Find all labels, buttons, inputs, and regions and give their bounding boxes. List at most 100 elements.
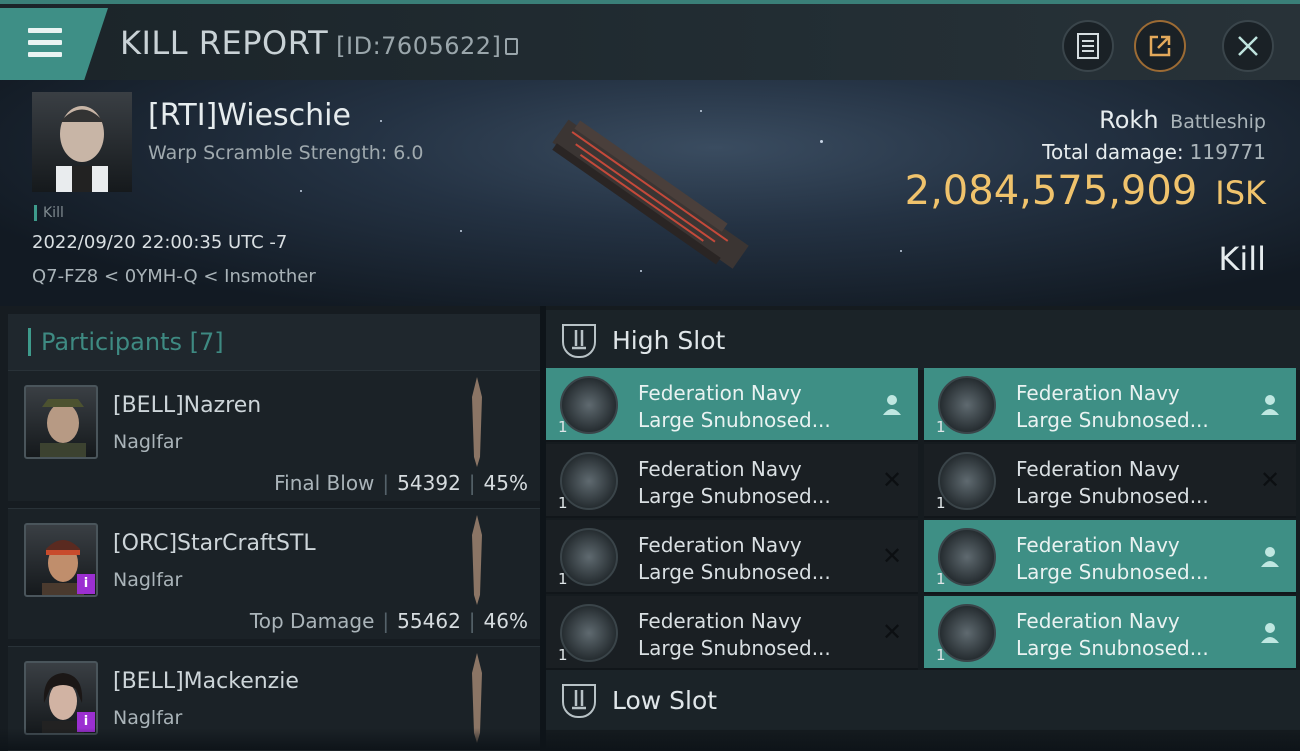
header-bar: KILL REPORT [ID:7605622]: [0, 0, 1300, 80]
ship-name[interactable]: Rokh Battleship: [1099, 106, 1266, 134]
module-slot[interactable]: 1 Federation Navy Large Snubnosed... ✕: [924, 444, 1296, 518]
bottom-fade: [0, 728, 1300, 750]
participant-name: [BELL]Nazren: [113, 393, 262, 418]
turret-icon: [560, 604, 618, 662]
participant-stats: Top Damage | 55462 | 46%: [249, 609, 528, 633]
person-icon: [880, 392, 904, 416]
participant-stats: Final Blow | 54392 | 45%: [274, 471, 528, 495]
isk-unit: ISK: [1215, 174, 1266, 212]
module-name-line2: Large Snubnosed...: [638, 560, 831, 584]
hamburger-icon: [28, 28, 62, 64]
avatar: [24, 385, 98, 459]
module-name-line1: Federation Navy: [1016, 381, 1180, 405]
page-title: KILL REPORT [ID:7605622]: [120, 24, 519, 62]
avatar: i: [24, 523, 98, 597]
module-name-line1: Federation Navy: [1016, 457, 1180, 481]
fitting-panel: High Slot 1 Federation Navy Large Snubnose…: [546, 306, 1300, 750]
module-name: Federation Navy Large Snubnosed...: [1016, 532, 1209, 586]
damage-value: 55462: [397, 609, 461, 633]
turret-icon: [938, 376, 996, 434]
module-name-line1: Federation Navy: [1016, 609, 1180, 633]
low-slot-header: Low Slot: [546, 670, 1300, 730]
module-quantity: 1: [558, 418, 568, 436]
damage-percent: 45%: [483, 471, 528, 495]
report-id: [ID:7605622]: [336, 32, 502, 60]
copy-icon[interactable]: [505, 38, 519, 55]
avatar: [56, 106, 108, 192]
high-slot-icon: [562, 324, 596, 358]
destroyed-icon: ✕: [881, 542, 903, 570]
turret-icon: [560, 452, 618, 510]
module-slot[interactable]: 1 Federation Navy Large Snubnosed...: [546, 368, 918, 442]
total-damage: Total damage: 119771: [1042, 140, 1266, 164]
low-slot-icon: [562, 684, 596, 718]
close-button[interactable]: [1222, 20, 1274, 72]
turret-icon: [560, 376, 618, 434]
document-icon: [1077, 33, 1099, 59]
low-slot-title: Low Slot: [612, 686, 718, 715]
participant-name: [BELL]Mackenzie: [113, 669, 299, 694]
person-icon: [1258, 544, 1282, 568]
participant-name: [ORC]StarCraftSTL: [113, 531, 316, 556]
kill-tag: Kill: [34, 205, 64, 221]
destroyed-icon: ✕: [881, 466, 903, 494]
participant-ship: Naglfar: [113, 707, 183, 729]
module-slot[interactable]: 1 Federation Navy Large Snubnosed...: [924, 520, 1296, 594]
kill-location[interactable]: Q7-FZ8 < 0YMH-Q < Insmother: [32, 266, 316, 287]
kill-datetime: 2022/09/20 22:00:35 UTC -7: [32, 232, 288, 253]
module-name: Federation Navy Large Snubnosed...: [1016, 380, 1209, 434]
turret-icon: [938, 604, 996, 662]
total-damage-value: 119771: [1189, 140, 1266, 164]
module-name: Federation Navy Large Snubnosed...: [638, 532, 831, 586]
module-slot[interactable]: 1 Federation Navy Large Snubnosed... ✕: [546, 596, 918, 670]
module-name-line2: Large Snubnosed...: [1016, 408, 1209, 432]
module-slot[interactable]: 1 Federation Navy Large Snubnosed... ✕: [546, 520, 918, 594]
badge-icon: i: [77, 574, 95, 594]
destroyed-icon: ✕: [1259, 466, 1281, 494]
total-damage-label: Total damage:: [1042, 140, 1184, 164]
participants-count: [7]: [189, 328, 224, 356]
stat-label: Final Blow: [274, 471, 375, 495]
victim-name[interactable]: [RTI]Wieschie: [148, 98, 351, 133]
module-quantity: 1: [936, 646, 946, 664]
menu-button[interactable]: [0, 8, 108, 80]
module-name-line1: Federation Navy: [638, 533, 802, 557]
ship-icon: [470, 377, 484, 467]
participants-header[interactable]: Participants [7]: [8, 314, 540, 370]
turret-icon: [938, 452, 996, 510]
participant-ship: Naglfar: [113, 431, 183, 453]
module-name-line2: Large Snubnosed...: [638, 484, 831, 508]
module-slot[interactable]: 1 Federation Navy Large Snubnosed... ✕: [546, 444, 918, 518]
isk-amount: 2,084,575,909: [904, 168, 1198, 214]
participant-row[interactable]: i [ORC]StarCraftSTL Naglfar Top Damage | 5…: [8, 508, 540, 639]
stat-label: Top Damage: [249, 609, 375, 633]
high-slot-header: High Slot: [546, 310, 1300, 370]
module-name-line1: Federation Navy: [1016, 533, 1180, 557]
warp-scramble: Warp Scramble Strength: 6.0: [148, 142, 424, 164]
module-name: Federation Navy Large Snubnosed...: [1016, 456, 1209, 510]
ship-image: [552, 119, 749, 269]
victim-portrait[interactable]: [32, 92, 132, 192]
turret-icon: [560, 528, 618, 586]
module-name-line2: Large Snubnosed...: [1016, 484, 1209, 508]
high-slot-title: High Slot: [612, 326, 726, 355]
notes-button[interactable]: [1062, 20, 1114, 72]
module-name-line2: Large Snubnosed...: [638, 636, 831, 660]
module-name: Federation Navy Large Snubnosed...: [638, 608, 831, 662]
module-name-line2: Large Snubnosed...: [1016, 560, 1209, 584]
share-button[interactable]: [1134, 20, 1186, 72]
module-slot[interactable]: 1 Federation Navy Large Snubnosed...: [924, 368, 1296, 442]
damage-percent: 46%: [483, 609, 528, 633]
destroyed-icon: ✕: [881, 618, 903, 646]
module-quantity: 1: [558, 646, 568, 664]
ship-name-text: Rokh: [1099, 106, 1159, 134]
damage-value: 54392: [397, 471, 461, 495]
module-name-line2: Large Snubnosed...: [638, 408, 831, 432]
ship-class: Battleship: [1170, 111, 1266, 133]
turret-icon: [938, 528, 996, 586]
module-slot[interactable]: 1 Federation Navy Large Snubnosed...: [924, 596, 1296, 670]
result-label: Kill: [1218, 240, 1266, 278]
module-quantity: 1: [936, 570, 946, 588]
participant-ship: Naglfar: [113, 569, 183, 591]
participant-row[interactable]: [BELL]Nazren Naglfar Final Blow | 54392 | 45…: [8, 370, 540, 501]
